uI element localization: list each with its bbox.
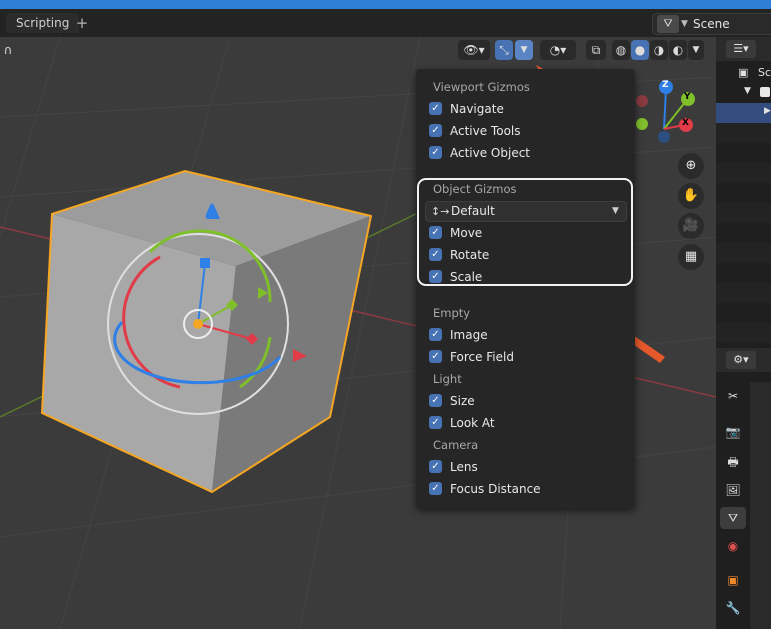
outliner-row-label: Sc — [758, 66, 771, 79]
checkbox-icon[interactable] — [760, 87, 770, 97]
viewport-header: ∩ 👁▾ ⤡ ▼ ◔▾ ⧉ ◍ ● ◑ ◐ ▼ — [0, 37, 716, 63]
gizmo-toggle-icon[interactable]: ⤡ — [495, 40, 513, 60]
outliner-row-selected[interactable]: ▶ — [716, 103, 771, 123]
world-properties-icon[interactable]: ◉ — [720, 535, 746, 557]
checkmark-icon: ✓ — [429, 416, 442, 429]
outliner-row — [716, 203, 771, 223]
chevron-down-icon: ▼ — [681, 19, 688, 29]
object-properties-icon[interactable]: ▣ — [720, 569, 746, 591]
shading-dropdown-chevron[interactable]: ▼ — [688, 40, 704, 60]
outliner-row-scene-collection[interactable]: ▣ Sc — [716, 63, 771, 83]
add-workspace-button[interactable]: + — [72, 13, 92, 33]
checkmark-icon: ✓ — [429, 124, 442, 137]
x-axis-label: X — [682, 118, 689, 128]
workspace-topbar: Scripting + ⛛ ▼ Scene — [0, 9, 771, 38]
zoom-icon[interactable]: ⊕ — [678, 153, 704, 179]
outliner-row — [716, 163, 771, 183]
option-label: Active Object — [450, 146, 531, 160]
option-label: Focus Distance — [450, 482, 541, 496]
orientation-axes-icon: ↕→ — [431, 205, 450, 218]
outliner-row — [716, 243, 771, 263]
rendered-shading-icon[interactable]: ◐ — [669, 40, 687, 60]
overlays-icon[interactable]: ◔▾ — [540, 40, 576, 60]
expand-arrow-icon: ▼ — [744, 86, 751, 96]
right-editor-panel: ☰▾ ▣ Sc ▼ ▶ ⚙▾ ✂ 📷 🖶 🖼 ⛛ ◉ ▣ 🔧 — [716, 37, 771, 629]
outliner-row-collection[interactable]: ▼ — [716, 83, 771, 103]
z-axis-label: Z — [662, 80, 669, 90]
outliner-row — [716, 123, 771, 143]
option-label: Look At — [450, 416, 495, 430]
top-window-strip — [0, 0, 771, 9]
option-label: Scale — [450, 270, 483, 284]
option-label: Image — [450, 328, 488, 342]
scene-selector[interactable]: ⛛ ▼ Scene — [652, 13, 771, 35]
tab-scripting[interactable]: Scripting — [6, 13, 80, 33]
properties-editor-icon[interactable]: ⚙▾ — [726, 351, 756, 369]
y-axis-label: Y — [684, 92, 691, 102]
scene-name: Scene — [693, 17, 730, 31]
section-empty: Empty — [433, 306, 471, 320]
section-object-gizmos: Object Gizmos — [433, 182, 517, 196]
checkmark-icon: ✓ — [429, 328, 442, 341]
modifier-properties-icon[interactable]: 🔧 — [720, 597, 746, 619]
checkmark-icon: ✓ — [429, 350, 442, 363]
section-camera: Camera — [433, 438, 479, 452]
option-label: Active Tools — [450, 124, 521, 138]
gizmo-popover: Viewport Gizmos ✓ Navigate ✓ Active Tool… — [416, 69, 635, 508]
visibility-icon[interactable]: 👁▾ — [458, 40, 490, 60]
wireframe-shading-icon[interactable]: ◍ — [612, 40, 630, 60]
option-label: Navigate — [450, 102, 504, 116]
properties-header: ⚙▾ — [716, 348, 771, 372]
option-label: Size — [450, 394, 475, 408]
ortho-grid-icon[interactable]: ▦ — [678, 244, 704, 270]
checkmark-icon: ✓ — [429, 226, 442, 239]
option-label: Lens — [450, 460, 478, 474]
chevron-down-icon: ▼ — [612, 206, 619, 216]
collection-icon: ▣ — [738, 66, 749, 79]
section-viewport-gizmos: Viewport Gizmos — [433, 80, 530, 94]
solid-shading-icon[interactable]: ● — [631, 40, 649, 60]
checkmark-icon: ✓ — [429, 394, 442, 407]
checkmark-icon: ✓ — [429, 102, 442, 115]
option-label: Rotate — [450, 248, 490, 262]
tool-settings-icon[interactable]: ✂ — [720, 385, 746, 407]
outliner-editor-icon[interactable]: ☰▾ — [726, 40, 756, 58]
option-label: Force Field — [450, 350, 514, 364]
material-shading-icon[interactable]: ◑ — [650, 40, 668, 60]
editor-type-icon[interactable]: ∩ — [0, 40, 16, 60]
gizmo-orientation-select[interactable]: ↕→ Default ▼ — [425, 201, 627, 222]
checkmark-icon: ✓ — [429, 248, 442, 261]
scene-properties-icon[interactable]: ⛛ — [720, 507, 746, 529]
xray-toggle-icon[interactable]: ⧉ — [586, 40, 606, 60]
properties-content — [750, 382, 771, 629]
outliner-row — [716, 323, 771, 343]
section-light: Light — [433, 372, 462, 386]
render-properties-icon[interactable]: 📷 — [720, 421, 746, 443]
checkmark-icon: ✓ — [429, 460, 442, 473]
outliner-row — [716, 283, 771, 303]
option-label: Move — [450, 226, 483, 240]
orientation-value: Default — [451, 204, 495, 218]
cube-object[interactable] — [40, 169, 373, 494]
camera-view-icon[interactable]: 🎥 — [678, 213, 704, 239]
gizmo-dropdown-button[interactable]: ▼ — [515, 40, 533, 60]
scene-icon: ⛛ — [657, 15, 679, 33]
outliner-header: ☰▾ — [716, 37, 771, 61]
checkmark-icon: ✓ — [429, 146, 442, 159]
expand-arrow-icon: ▶ — [764, 106, 771, 116]
checkmark-icon: ✓ — [429, 482, 442, 495]
navigation-gizmo[interactable]: Z Y X — [634, 77, 706, 149]
output-properties-icon[interactable]: 🖶 — [720, 451, 746, 473]
view-layer-icon[interactable]: 🖼 — [720, 479, 746, 501]
pan-hand-icon[interactable]: ✋ — [678, 183, 704, 209]
checkmark-icon: ✓ — [429, 270, 442, 283]
